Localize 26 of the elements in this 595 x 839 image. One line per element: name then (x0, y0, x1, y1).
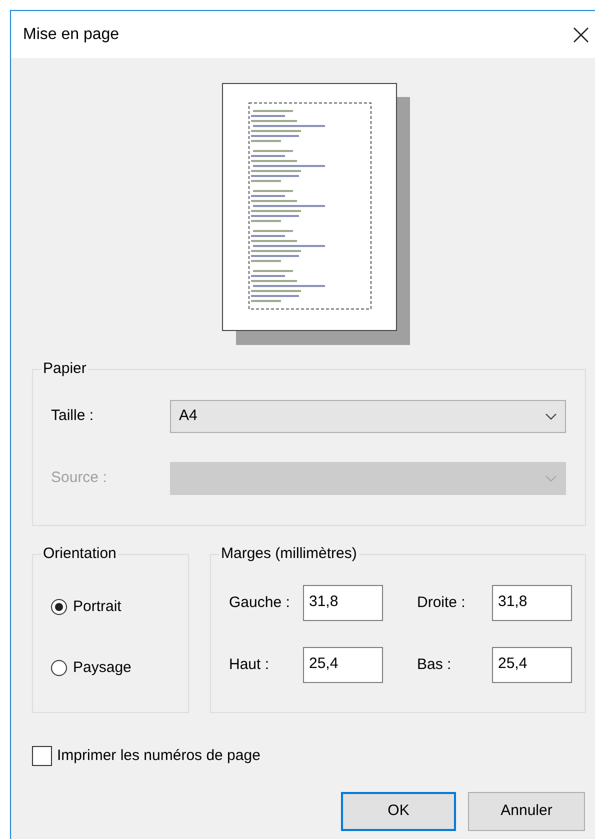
checkbox-label: Imprimer les numéros de page (57, 746, 260, 766)
radio-label: Portrait (73, 596, 122, 617)
window-title: Mise en page (23, 24, 120, 44)
input-field[interactable]: 31,8 (492, 585, 572, 621)
field-label: Source : (51, 468, 108, 488)
radio-button[interactable] (51, 660, 67, 676)
field-label: Gauche : (229, 592, 291, 613)
close-icon[interactable] (573, 26, 589, 42)
field-label: Haut : (229, 654, 270, 675)
dropdown[interactable]: A4 (170, 400, 566, 433)
dialog-button[interactable]: OK (341, 792, 456, 831)
field-label: Droite : (417, 592, 466, 613)
chevron-down-icon (545, 474, 557, 482)
field-label: Taille : (51, 406, 95, 426)
input-field[interactable]: 31,8 (303, 585, 383, 621)
group-label: Orientation (42, 544, 118, 564)
chevron-down-icon (545, 412, 557, 420)
input-field[interactable]: 25,4 (492, 647, 572, 683)
radio-button[interactable] (51, 599, 67, 615)
group-label: Papier (42, 359, 88, 379)
field-label: Bas : (417, 654, 452, 675)
dialog-button[interactable]: Annuler (468, 792, 585, 831)
input-field[interactable]: 25,4 (303, 647, 383, 683)
checkbox[interactable] (32, 746, 52, 766)
group-label: Marges (millimètres) (220, 544, 358, 564)
radio-label: Paysage (73, 658, 132, 678)
